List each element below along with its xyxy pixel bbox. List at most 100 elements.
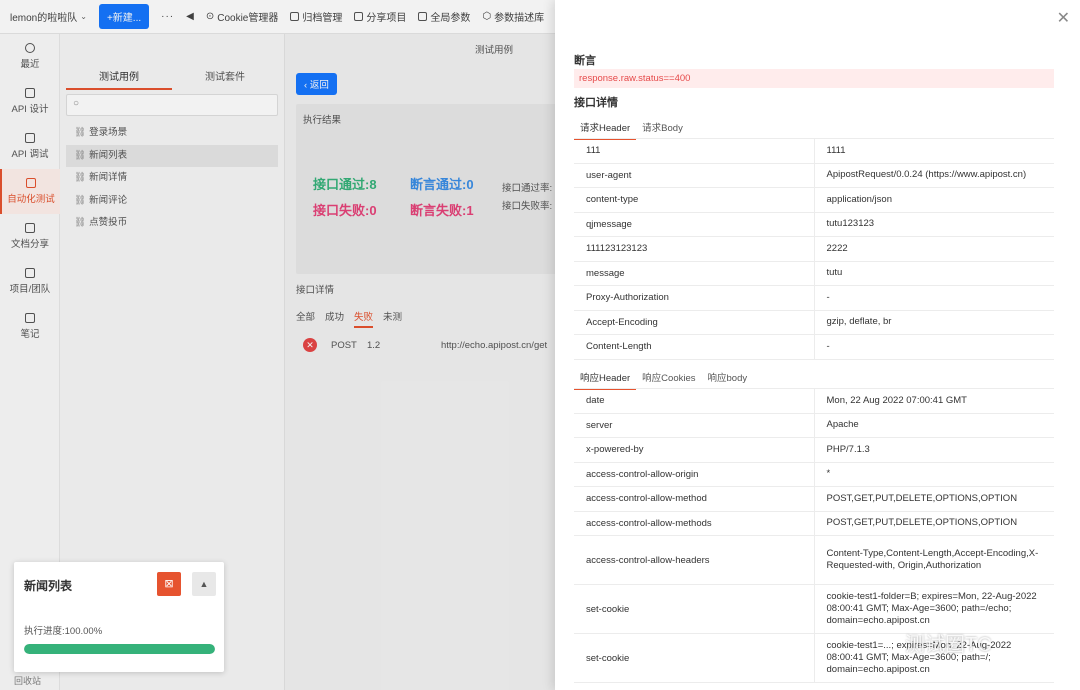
- header-key: server: [574, 413, 815, 438]
- tab-test-suites[interactable]: 测试套件: [172, 68, 278, 90]
- case-search-input[interactable]: ○: [66, 94, 278, 116]
- params-icon: [418, 12, 428, 21]
- header-value: ApipostRequest/0.0.24 (https://www.apipo…: [814, 163, 1054, 188]
- case-tabs: 测试用例 测试套件: [66, 68, 278, 90]
- back-button[interactable]: ‹ 返回: [296, 73, 337, 95]
- header-value: 2222: [814, 236, 1054, 262]
- header-row: qjmessage tutu123123: [574, 212, 1054, 237]
- header-value: application/json: [814, 187, 1054, 213]
- case-item-news-comment[interactable]: ⛓ 新闻评论: [66, 190, 278, 213]
- tab-test-cases[interactable]: 测试用例: [66, 68, 172, 90]
- header-row: user-agent ApipostRequest/0.0.24 (https:/…: [574, 163, 1054, 188]
- header-row: Accept-Encoding gzip, deflate, br: [574, 310, 1054, 335]
- api-fail-rate: 接口失败率:: [502, 201, 553, 212]
- stop-button[interactable]: ⊠: [157, 572, 181, 596]
- progress-title: 新闻列表: [24, 579, 73, 593]
- header-key: date: [574, 388, 815, 414]
- close-icon[interactable]: ✕: [1057, 8, 1070, 28]
- api-fail-count: 接口失败:0: [313, 203, 377, 218]
- detail-drawer: ✕ 断言 response.raw.status==400 接口详情 请求Hea…: [555, 0, 1080, 690]
- header-key: set-cookie: [574, 633, 815, 683]
- nav-project-team[interactable]: 项目/团队: [0, 259, 60, 304]
- filter-untested[interactable]: 未测: [383, 309, 402, 328]
- header-value: -: [814, 334, 1054, 360]
- header-key: 111123123123: [574, 236, 815, 262]
- request-header-table: 111 1111 user-agent ApipostRequest/0.0.24 (…: [574, 138, 1054, 360]
- case-list: ⛓ 登录场景 ⛓ 新闻列表 ⛓ 新闻详情 ⛓ 新闻评论 ⛓ 点赞投币: [66, 122, 278, 235]
- more-icon[interactable]: ···: [161, 11, 174, 22]
- share-project-button[interactable]: 分享项目: [354, 9, 406, 24]
- row-time: 1.2: [367, 339, 381, 351]
- note-icon: [25, 313, 35, 323]
- tab-request-body[interactable]: 请求Body: [636, 120, 689, 140]
- chevron-down-icon[interactable]: ⌄: [80, 12, 87, 21]
- header-key: 111: [574, 138, 815, 164]
- project-icon: [25, 268, 35, 278]
- nav-automation[interactable]: 自动化测试: [0, 169, 60, 214]
- tab-response-cookies[interactable]: 响应Cookies: [636, 370, 701, 390]
- design-icon: [25, 88, 35, 98]
- tab-request-header[interactable]: 请求Header: [574, 120, 637, 140]
- api-detail-title: 接口详情: [574, 97, 618, 109]
- header-value: POST,GET,PUT,DELETE,OPTIONS,OPTION: [814, 511, 1054, 536]
- share-icon: [354, 12, 364, 21]
- header-row: access-control-allow-origin *: [574, 462, 1054, 487]
- recycle-bin[interactable]: 回收站: [14, 674, 41, 687]
- case-item-login[interactable]: ⛓ 登录场景: [66, 122, 278, 145]
- result-row[interactable]: ✕ POST 1.2 http://echo.apipost.cn/get: [303, 336, 565, 354]
- header-key: message: [574, 261, 815, 286]
- row-method: POST: [331, 339, 357, 351]
- progress-card: 新闻列表 ⊠ ▲ 执行进度:100.00%: [14, 562, 224, 672]
- collapse-button[interactable]: ▲: [192, 572, 216, 596]
- result-title: 执行结果: [303, 115, 342, 126]
- nav-api-debug[interactable]: API 调试: [0, 124, 60, 169]
- assert-fail-count: 断言失败:1: [410, 203, 474, 218]
- header-value: tutu123123: [814, 212, 1054, 237]
- assert-heading: 断言: [574, 55, 596, 67]
- header-key: access-control-allow-headers: [574, 535, 815, 585]
- search-icon: ○: [73, 98, 80, 109]
- tab-response-header[interactable]: 响应Header: [574, 370, 637, 390]
- header-value: cookie-test1-folder=B; expires=Mon, 22-A…: [814, 584, 1054, 634]
- header-key: qjmessage: [574, 212, 815, 237]
- header-key: Proxy-Authorization: [574, 285, 815, 311]
- collapse-left-icon[interactable]: ◀: [186, 11, 194, 22]
- tab-test-case-main[interactable]: 测试用例: [475, 42, 513, 56]
- archive-icon: [290, 12, 300, 21]
- header-key: x-powered-by: [574, 437, 815, 463]
- header-value: -: [814, 285, 1054, 311]
- cookie-manager-button[interactable]: ⊙ Cookie管理器: [206, 9, 279, 24]
- header-row: set-cookie cookie-test1-folder=B; expires…: [574, 584, 1054, 634]
- param-desc-library-button[interactable]: ⬡ 参数描述库: [482, 9, 544, 24]
- link-icon: ⛓: [74, 127, 87, 138]
- header-row: server Apache: [574, 413, 1054, 438]
- case-item-like-coin[interactable]: ⛓ 点赞投币: [66, 212, 278, 235]
- archive-button[interactable]: 归档管理: [290, 9, 342, 24]
- nav-doc-share[interactable]: 文档分享: [0, 214, 60, 259]
- global-params-button[interactable]: 全局参数: [418, 9, 470, 24]
- triangle-up-icon: ▲: [199, 579, 209, 589]
- nav-api-design[interactable]: API 设计: [0, 79, 60, 124]
- header-row: 111 1111: [574, 138, 1054, 164]
- nav-notes[interactable]: 笔记: [0, 304, 60, 349]
- filter-success[interactable]: 成功: [325, 309, 344, 328]
- header-row: 111123123123 2222: [574, 236, 1054, 262]
- nav-recent[interactable]: 最近: [0, 34, 60, 79]
- header-key: set-cookie: [574, 584, 815, 634]
- filter-failed[interactable]: 失败: [354, 309, 374, 328]
- tab-response-body[interactable]: 响应body: [702, 370, 754, 390]
- api-pass-rate: 接口通过率:: [502, 183, 553, 194]
- header-key: content-type: [574, 187, 815, 213]
- new-button[interactable]: +新建...: [98, 4, 150, 29]
- fail-icon: ✕: [303, 338, 317, 352]
- header-value: Apache: [814, 413, 1054, 438]
- main-area: 测试用例 ‹ 返回 执行结果 接口通过:8 断言通过:0 接口失败:0 断言失败…: [285, 34, 565, 690]
- case-item-news-list[interactable]: ⛓ 新闻列表: [66, 144, 278, 167]
- header-value: tutu: [814, 261, 1054, 286]
- team-switcher[interactable]: lemon的啦啦队: [10, 9, 77, 24]
- case-item-news-detail[interactable]: ⛓ 新闻详情: [66, 167, 278, 190]
- header-row: Content-Length -: [574, 334, 1054, 360]
- api-detail-heading: 接口详情: [296, 285, 335, 296]
- filter-all[interactable]: 全部: [296, 309, 315, 328]
- header-value: Mon, 22 Aug 2022 07:00:41 GMT: [814, 388, 1054, 414]
